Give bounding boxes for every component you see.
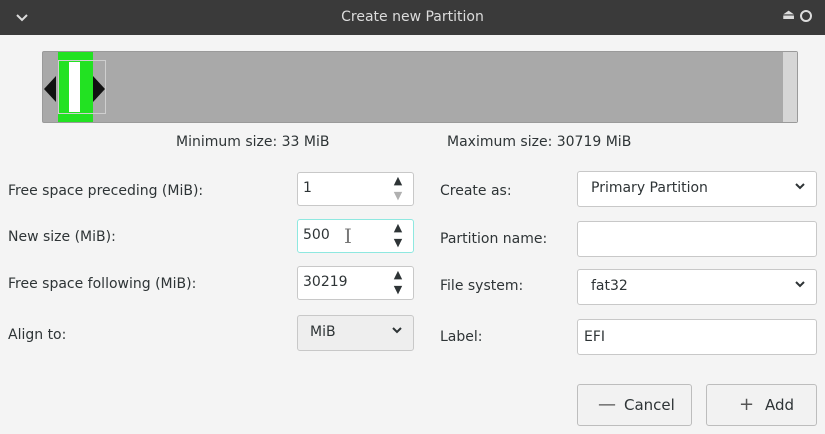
file-system-value: fat32 — [591, 278, 628, 294]
increment-icon[interactable]: ▲ — [389, 174, 407, 188]
partition-visualizer[interactable] — [42, 51, 798, 123]
new-size-spinner[interactable]: 500 I ▲ ▼ — [297, 219, 414, 253]
create-as-label: Create as: — [440, 183, 512, 199]
label-value: EFI — [584, 329, 606, 345]
file-system-label: File system: — [440, 278, 524, 294]
resize-left-arrow-icon[interactable] — [44, 76, 56, 102]
unallocated-end-cap — [783, 52, 797, 122]
chevron-down-icon — [794, 278, 806, 294]
align-to-value: MiB — [310, 324, 336, 340]
label-input[interactable]: EFI — [577, 319, 817, 355]
align-to-label: Align to: — [8, 327, 67, 343]
decrement-icon[interactable]: ▼ — [389, 236, 407, 250]
title-bar: Create new Partition ⏏ — [0, 0, 825, 35]
increment-icon[interactable]: ▲ — [389, 268, 407, 282]
decrement-icon[interactable]: ▼ — [389, 189, 407, 203]
spinner-buttons: ▲ ▼ — [383, 220, 413, 252]
maximum-size-label: Maximum size: 30719 MiB — [447, 134, 632, 150]
chevron-down-icon — [794, 180, 806, 196]
spinner-buttons: ▲ ▼ — [383, 173, 413, 205]
cancel-button-label: Cancel — [624, 396, 675, 414]
free-space-preceding-value: 1 — [303, 180, 312, 196]
add-button-label: Add — [765, 396, 795, 414]
increment-icon[interactable]: ▲ — [389, 221, 407, 235]
minimum-size-label: Minimum size: 33 MiB — [176, 134, 330, 150]
eject-icon[interactable]: ⏏ — [782, 7, 795, 23]
create-as-select[interactable]: Primary Partition — [577, 171, 817, 207]
spinner-buttons: ▲ ▼ — [383, 267, 413, 299]
align-to-select[interactable]: MiB — [297, 315, 414, 351]
minus-icon: — — [598, 394, 616, 415]
new-size-value: 500 — [303, 227, 330, 243]
free-space-following-value: 30219 — [303, 274, 348, 290]
cancel-button[interactable]: — Cancel — [577, 384, 692, 426]
partition-name-label: Partition name: — [440, 231, 548, 247]
free-space-following-label: Free space following (MiB): — [8, 276, 197, 292]
text-cursor-icon: I — [344, 224, 352, 248]
add-button[interactable]: + Add — [706, 384, 817, 426]
decrement-icon[interactable]: ▼ — [389, 283, 407, 297]
window-title: Create new Partition — [341, 9, 484, 25]
free-space-preceding-label: Free space preceding (MiB): — [8, 183, 204, 199]
free-space-preceding-spinner[interactable]: 1 ▲ ▼ — [297, 172, 414, 206]
free-space-following-spinner[interactable]: 30219 ▲ ▼ — [297, 266, 414, 300]
new-size-label: New size (MiB): — [8, 229, 116, 245]
circle-icon[interactable] — [800, 10, 812, 22]
label-field-label: Label: — [440, 329, 483, 345]
chevron-down-icon — [391, 324, 403, 340]
plus-icon: + — [739, 394, 755, 415]
create-as-value: Primary Partition — [591, 180, 708, 196]
file-system-select[interactable]: fat32 — [577, 269, 817, 305]
partition-name-input[interactable] — [577, 221, 817, 257]
resize-right-arrow-icon[interactable] — [93, 76, 105, 102]
